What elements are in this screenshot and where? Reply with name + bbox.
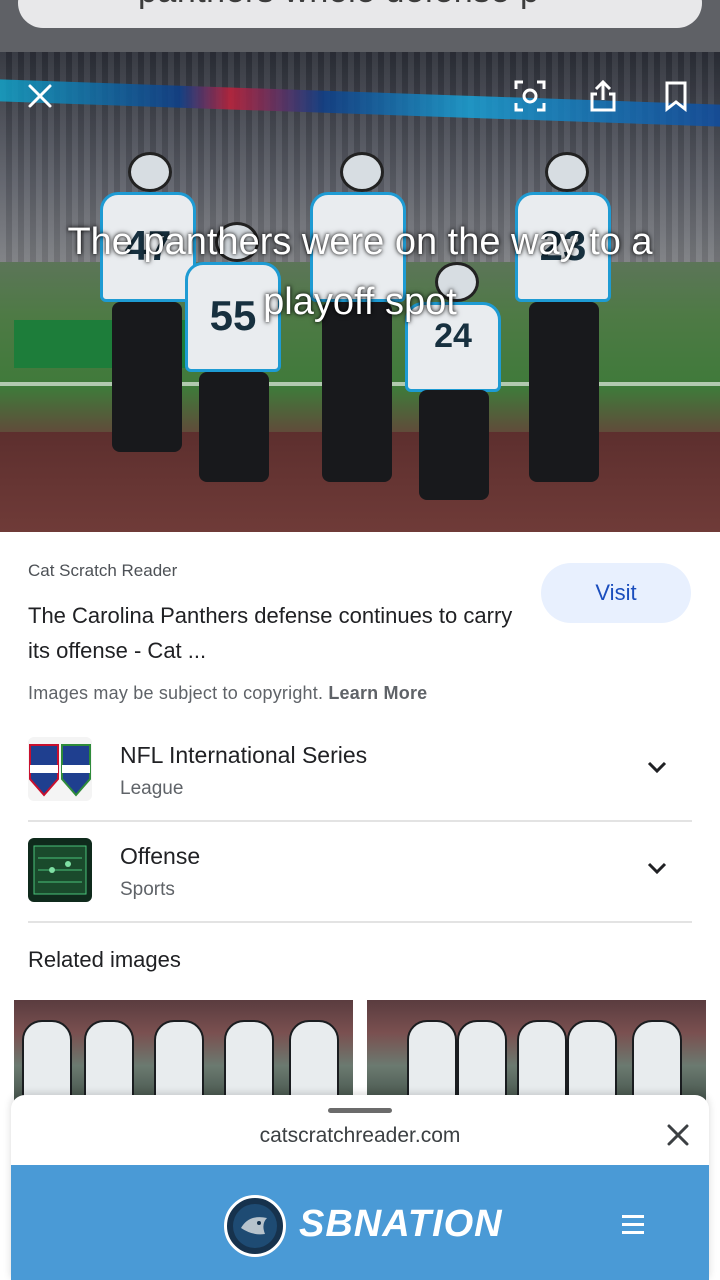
close-icon[interactable] [662, 1119, 694, 1151]
result-title[interactable]: The Carolina Panthers defense continues … [28, 598, 518, 668]
search-bar[interactable]: panthers whole defense p [18, 0, 702, 28]
entity-row-offense[interactable]: Offense Sports [28, 823, 692, 923]
entity-name: NFL International Series [120, 742, 368, 768]
visit-button[interactable]: Visit [541, 563, 691, 623]
learn-more-link[interactable]: Learn More [328, 683, 427, 703]
related-image-1[interactable] [14, 1000, 353, 1110]
hero-image[interactable]: 47 55 24 23 The panthers were on the way… [0, 52, 720, 532]
close-icon[interactable] [20, 76, 60, 116]
offense-thumbnail [28, 838, 92, 902]
search-query[interactable]: panthers whole defense p [138, 0, 539, 11]
lens-search-icon[interactable] [510, 76, 550, 116]
video-caption-overlay: The panthers were on the way to a playof… [67, 221, 653, 323]
nfl-international-logo [28, 737, 92, 801]
sbnation-logo[interactable]: SBNATION [299, 1203, 503, 1246]
hamburger-menu-icon[interactable] [622, 1215, 644, 1234]
sbnation-header: SBNATION [11, 1165, 709, 1280]
bookmark-icon[interactable] [656, 76, 696, 116]
share-icon[interactable] [583, 76, 623, 116]
entity-type: League [120, 778, 184, 799]
entity-name: Offense [120, 843, 201, 869]
copyright-text: Images may be subject to copyright. [28, 683, 324, 703]
catscratch-logo[interactable] [224, 1195, 286, 1257]
entity-type: Sports [120, 879, 175, 900]
related-image-2[interactable] [367, 1000, 706, 1110]
related-images-heading: Related images [28, 947, 181, 972]
source-name[interactable]: Cat Scratch Reader [28, 561, 177, 581]
copyright-notice: Images may be subject to copyright. Lear… [28, 683, 427, 704]
entity-row-nfl-international-series[interactable]: NFL International Series League [28, 722, 692, 822]
website-preview-sheet[interactable]: catscratchreader.com SBNATION [11, 1095, 709, 1280]
drag-handle[interactable] [328, 1108, 392, 1113]
chevron-down-icon[interactable] [646, 857, 668, 879]
sheet-url: catscratchreader.com [259, 1124, 461, 1147]
chevron-down-icon[interactable] [646, 756, 668, 778]
top-bar: panthers whole defense p [0, 0, 720, 52]
